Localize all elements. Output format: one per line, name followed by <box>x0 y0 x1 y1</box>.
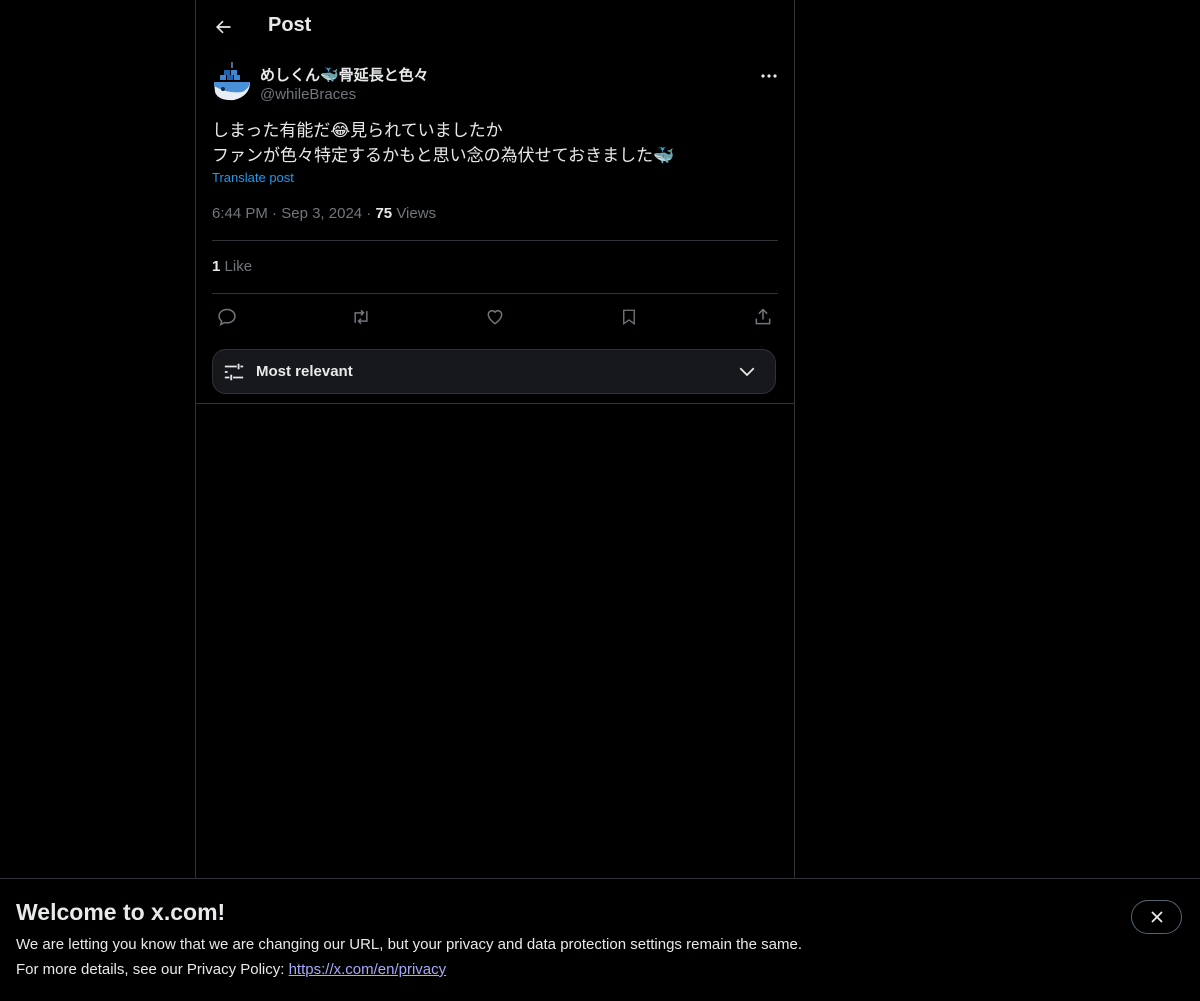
post-date[interactable]: Sep 3, 2024 <box>281 205 362 222</box>
post-column: Post めしくん🐳骨延長と色々 @whileBraces しまった有能だ😂見ら… <box>195 0 795 878</box>
sort-replies-dropdown[interactable]: Most relevant <box>212 349 776 394</box>
banner-privacy-text: For more details, see our Privacy Policy… <box>16 961 289 978</box>
divider <box>212 240 778 241</box>
post-time[interactable]: 6:44 PM <box>212 205 268 222</box>
header: Post <box>196 0 794 53</box>
sliders-icon <box>224 363 244 381</box>
translate-post-link[interactable]: Translate post <box>212 170 294 185</box>
chevron-down-icon <box>739 367 755 377</box>
page-title: Post <box>268 14 312 36</box>
post-meta: 6:44 PM · Sep 3, 2024 · 75 Views <box>212 205 436 222</box>
divider <box>212 293 778 294</box>
likes-summary[interactable]: 1 Like <box>212 258 252 275</box>
whale-avatar-icon <box>214 62 250 101</box>
arrow-left-icon <box>216 20 231 34</box>
banner-text: We are letting you know that we are chan… <box>16 936 802 953</box>
more-horizontal-icon <box>761 74 777 78</box>
action-bar <box>212 302 778 332</box>
bookmark-button[interactable] <box>614 302 644 332</box>
meta-separator: · <box>272 205 282 222</box>
banner-privacy-line: For more details, see our Privacy Policy… <box>16 961 446 978</box>
divider <box>196 403 794 404</box>
views-label: Views <box>396 205 437 222</box>
more-options-button[interactable] <box>758 66 780 86</box>
avatar[interactable] <box>212 62 252 102</box>
likes-count: 1 <box>212 258 221 275</box>
back-button[interactable] <box>208 12 238 42</box>
repost-button[interactable] <box>346 302 376 332</box>
share-button[interactable] <box>748 302 778 332</box>
like-icon <box>487 310 503 325</box>
close-icon <box>1150 911 1163 923</box>
banner-title: Welcome to x.com! <box>16 899 226 925</box>
author-handle[interactable]: @whileBraces <box>260 86 356 103</box>
share-icon <box>755 308 771 325</box>
author-name[interactable]: めしくん🐳骨延長と色々 <box>260 64 429 85</box>
repost-icon <box>354 309 368 325</box>
bookmark-icon <box>623 309 635 326</box>
post-text: しまった有能だ😂見られていましたか ファンが色々特定するかもと思い念の為伏せてお… <box>212 121 675 165</box>
reply-button[interactable] <box>212 302 242 332</box>
likes-label: Like <box>224 258 253 275</box>
close-banner-button[interactable] <box>1131 900 1182 934</box>
reply-icon <box>218 308 236 326</box>
sort-label: Most relevant <box>256 363 353 380</box>
welcome-banner: Welcome to x.com! We are letting you kno… <box>0 878 1200 1001</box>
privacy-policy-link[interactable]: https://x.com/en/privacy <box>289 961 447 978</box>
views-count: 75 <box>375 205 393 222</box>
like-button[interactable] <box>480 302 510 332</box>
